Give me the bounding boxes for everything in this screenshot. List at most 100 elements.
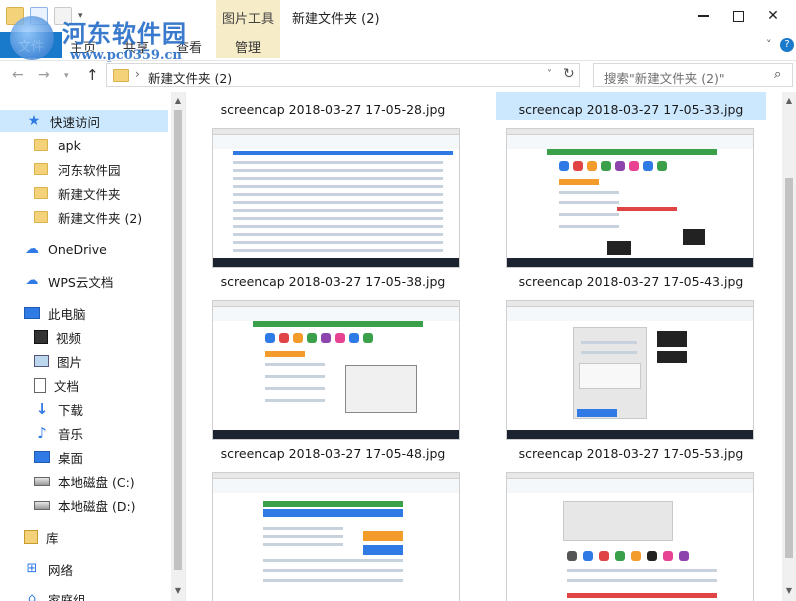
sidebar-item-label: WPS云文档: [48, 274, 114, 290]
music-note-icon: ♪: [37, 424, 47, 442]
navigation-pane: ★ 快速访问 apk 河东软件园 新建文件夹 新建文件夹 (2) ☁ OneDr…: [0, 92, 186, 601]
thumbnail-image[interactable]: [212, 128, 460, 268]
address-bar[interactable]: › 新建文件夹 (2) ˅ ↻: [106, 63, 580, 87]
scroll-up-arrow-icon[interactable]: ▲: [782, 96, 796, 105]
sidebar-scrollbar-thumb[interactable]: [174, 110, 182, 570]
sidebar-item-label: 河东软件园: [58, 162, 121, 178]
file-name[interactable]: screencap 2018-03-27 17-05-28.jpg: [198, 102, 468, 117]
computer-icon: [24, 307, 40, 319]
sidebar-item-onedrive[interactable]: ☁ OneDrive: [24, 238, 107, 260]
window-title: 新建文件夹 (2): [292, 12, 380, 27]
sidebar-item-drive-d[interactable]: 本地磁盘 (D:): [34, 494, 136, 516]
file-name[interactable]: screencap 2018-03-27 17-05-48.jpg: [198, 446, 468, 461]
sidebar-item-label: 下载: [58, 402, 84, 418]
sidebar-item-hedong[interactable]: 河东软件园: [34, 158, 121, 180]
picture-tools-label: 图片工具: [221, 12, 274, 27]
sidebar-item-new-folder[interactable]: 新建文件夹: [34, 182, 121, 204]
sidebar-item-label: 桌面: [58, 450, 84, 466]
file-name[interactable]: screencap 2018-03-27 17-05-53.jpg: [496, 446, 766, 461]
sidebar-item-label: 本地磁盘 (C:): [58, 474, 135, 490]
qat-new-folder-icon[interactable]: [54, 7, 72, 25]
pictures-icon: [34, 355, 49, 367]
document-icon: [34, 377, 46, 393]
desktop-icon: [34, 451, 50, 463]
thumbnail-image[interactable]: [506, 472, 754, 601]
sidebar-item-pictures[interactable]: 图片: [34, 350, 82, 372]
scroll-down-arrow-icon[interactable]: ▼: [171, 586, 185, 595]
breadcrumb-separator-icon[interactable]: ›: [135, 67, 140, 81]
hard-drive-icon: [34, 476, 50, 486]
refresh-icon[interactable]: ↻: [563, 66, 575, 82]
sidebar-item-label: 网络: [48, 562, 74, 578]
sidebar-item-label: OneDrive: [48, 241, 107, 257]
thumbnail-image[interactable]: [212, 472, 460, 601]
tab-home[interactable]: 主页: [70, 37, 96, 56]
sidebar-item-label: 文档: [54, 378, 80, 394]
minimize-icon: [697, 15, 709, 17]
title-bar: ▾ 图片工具 新建文件夹 (2) ✕: [0, 0, 796, 58]
sidebar-item-label: 新建文件夹 (2): [58, 210, 143, 226]
search-input[interactable]: 搜索"新建文件夹 (2)" ⌕: [593, 63, 793, 87]
sidebar-item-wps[interactable]: ☁ WPS云文档: [24, 270, 114, 292]
network-icon: ⊞: [26, 561, 38, 576]
sidebar-item-label: 家庭组: [48, 592, 86, 601]
qat-properties-icon[interactable]: [30, 7, 48, 25]
sidebar-item-documents[interactable]: 文档: [34, 374, 79, 396]
hard-drive-icon: [34, 500, 50, 510]
qat-folder-icon[interactable]: [6, 7, 24, 25]
content-scrollbar-thumb[interactable]: [785, 178, 793, 558]
sidebar-item-label: 快速访问: [50, 114, 101, 130]
sidebar-item-downloads[interactable]: ↓ 下载: [34, 398, 83, 420]
sidebar-item-this-pc[interactable]: 此电脑: [24, 302, 86, 324]
recent-locations-chevron-icon[interactable]: ▾: [64, 71, 69, 81]
back-arrow-icon[interactable]: ←: [12, 67, 24, 83]
folder-icon: [113, 69, 129, 82]
maximize-icon: [732, 10, 744, 22]
sidebar-item-new-folder-2[interactable]: 新建文件夹 (2): [34, 206, 142, 228]
tab-share[interactable]: 共享: [123, 37, 149, 56]
sidebar-item-label: 库: [46, 530, 59, 546]
sidebar-item-label: 图片: [57, 354, 83, 370]
library-icon: [24, 530, 38, 544]
close-button[interactable]: ✕: [750, 0, 796, 32]
folder-icon: [34, 139, 48, 151]
scroll-up-arrow-icon[interactable]: ▲: [171, 96, 185, 105]
breadcrumb[interactable]: 新建文件夹 (2): [148, 68, 232, 87]
scroll-down-arrow-icon[interactable]: ▼: [782, 586, 796, 595]
sidebar-item-network[interactable]: ⊞ 网络: [24, 558, 73, 580]
folder-icon: [34, 187, 48, 199]
sidebar-item-music[interactable]: ♪ 音乐: [34, 422, 83, 444]
sidebar-item-library[interactable]: 库: [24, 526, 59, 548]
sidebar-item-label: apk: [58, 137, 81, 153]
sidebar-item-label: 音乐: [58, 426, 84, 442]
search-icon[interactable]: ⌕: [774, 67, 781, 82]
thumbnail-image[interactable]: [212, 300, 460, 440]
sidebar-item-homegroup[interactable]: ⌂ 家庭组: [24, 588, 86, 601]
tab-view[interactable]: 查看: [176, 37, 202, 56]
sidebar-item-apk[interactable]: apk: [34, 134, 81, 156]
tab-manage[interactable]: 管理: [235, 37, 261, 56]
thumbnail-image[interactable]: [506, 128, 754, 268]
sidebar-scrollbar[interactable]: ▲ ▼: [171, 92, 185, 601]
thumbnail-image[interactable]: [506, 300, 754, 440]
qat-customize-dropdown-icon[interactable]: ▾: [78, 7, 88, 25]
sidebar-item-drive-c[interactable]: 本地磁盘 (C:): [34, 470, 135, 492]
sidebar-item-label: 本地磁盘 (D:): [58, 498, 136, 514]
file-name[interactable]: screencap 2018-03-27 17-05-43.jpg: [496, 274, 766, 289]
file-name[interactable]: screencap 2018-03-27 17-05-33.jpg: [496, 102, 766, 117]
content-scrollbar[interactable]: ▲ ▼: [782, 92, 796, 601]
ribbon-expand-chevron-icon[interactable]: ˅: [766, 38, 772, 51]
quick-access-toolbar: ▾: [6, 7, 88, 25]
file-name[interactable]: screencap 2018-03-27 17-05-38.jpg: [198, 274, 468, 289]
address-dropdown-icon[interactable]: ˅: [547, 69, 552, 80]
video-icon: [34, 330, 48, 344]
sidebar-item-quick-access[interactable]: ★ 快速访问: [0, 110, 168, 132]
sidebar-item-videos[interactable]: 视频: [34, 326, 81, 348]
up-arrow-icon[interactable]: ↑: [86, 66, 99, 84]
sidebar-item-desktop[interactable]: 桌面: [34, 446, 83, 468]
forward-arrow-icon[interactable]: →: [38, 67, 50, 83]
folder-icon: [34, 211, 48, 223]
folder-icon: [34, 163, 48, 175]
close-icon: ✕: [767, 8, 779, 24]
help-icon[interactable]: ?: [780, 38, 794, 52]
